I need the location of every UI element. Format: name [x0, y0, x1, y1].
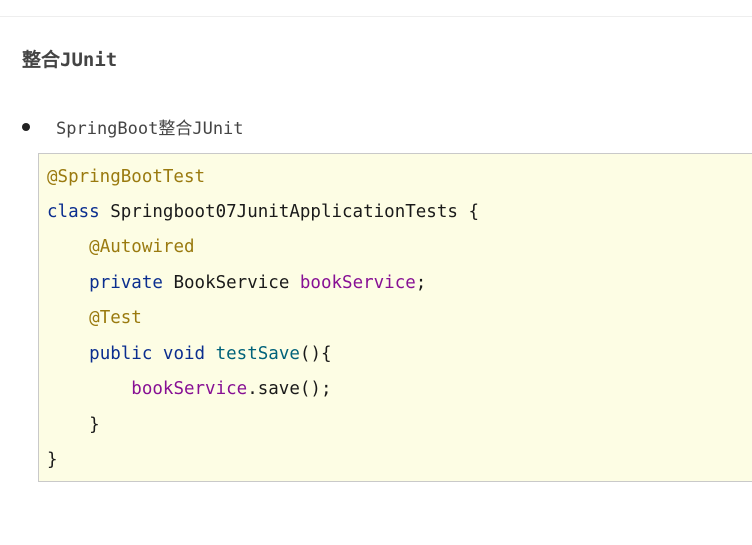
field-token: bookService [299, 273, 416, 293]
section-title: 整合JUnit [22, 49, 118, 71]
type-token: BookService [162, 273, 300, 293]
call-token: .save(); [247, 379, 332, 399]
code-line-6: public void testSave(){ [47, 342, 332, 366]
code-line-3: @Autowired [47, 235, 195, 259]
code-line-1: @SpringBootTest [47, 165, 205, 189]
code-line-2: class Springboot07JunitApplicationTests … [47, 200, 479, 224]
annotation-token: @SpringBootTest [47, 167, 206, 187]
punctuation-token: ; [415, 273, 427, 293]
annotation-token: @Autowired [89, 237, 195, 257]
class-name-token: Springboot07JunitApplicationTests { [99, 202, 479, 222]
closing-brace: } [47, 415, 100, 435]
code-line-8: } [47, 413, 100, 437]
code-line-4: private BookService bookService; [47, 271, 426, 295]
punctuation-token: (){ [299, 344, 332, 364]
bullet-text: SpringBoot整合JUnit [56, 119, 244, 139]
method-token: testSave [215, 344, 300, 364]
annotation-token: @Test [89, 308, 142, 328]
code-block: @SpringBootTest class Springboot07JunitA… [38, 153, 752, 482]
bullet-dot-icon [22, 122, 30, 131]
bullet-list-item: SpringBoot整合JUnit [22, 114, 244, 139]
field-token: bookService [131, 379, 248, 399]
code-line-5: @Test [47, 306, 142, 330]
code-line-9: } [47, 448, 58, 472]
heading-divider [0, 16, 752, 17]
keyword-token: class [47, 202, 100, 222]
closing-brace: } [47, 450, 58, 470]
keyword-token: private [89, 273, 163, 293]
code-line-7: bookService.save(); [47, 377, 332, 401]
keyword-token: public void [89, 344, 206, 364]
